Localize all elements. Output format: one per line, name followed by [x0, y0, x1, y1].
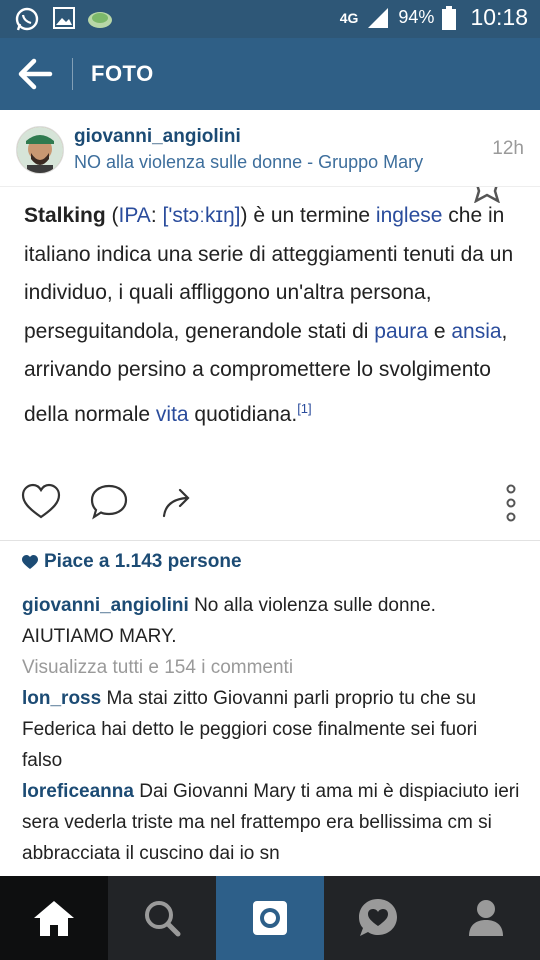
share-icon[interactable]	[156, 482, 198, 522]
comment-icon[interactable]	[88, 482, 130, 522]
cloud-icon	[88, 12, 112, 28]
profile-icon	[469, 900, 503, 936]
comment-username[interactable]: loreficeanna	[22, 781, 134, 802]
text-segment: quotidiana.	[188, 402, 298, 426]
post-actions	[0, 474, 540, 536]
text-segment: e	[427, 319, 452, 343]
signal-icon	[368, 7, 389, 28]
post-image[interactable]: Stalking (IPA: ['stɔːkɪŋ]) è un termine …	[0, 186, 540, 475]
clock: 10:18	[470, 4, 528, 30]
reference-link: [1]	[297, 400, 312, 416]
battery-label: 94%	[398, 7, 435, 27]
camera-icon	[253, 901, 287, 935]
nav-search[interactable]	[108, 876, 216, 960]
more-options-icon[interactable]	[504, 482, 518, 524]
link-paura: paura	[374, 319, 428, 343]
post-username[interactable]: giovanni_angiolini	[74, 126, 241, 148]
link-inglese: inglese	[375, 204, 443, 227]
link-ansia: ansia	[451, 319, 502, 343]
caption: giovanni_angiolini No alla violenza sull…	[22, 590, 522, 652]
nav-activity[interactable]	[324, 876, 432, 960]
view-all-comments-link[interactable]: Visualizza tutti e 154 i commenti	[22, 652, 522, 683]
link-vita: vita	[155, 402, 189, 426]
likes-text: Piace a 1.143 persone	[44, 551, 242, 572]
gallery-icon	[53, 7, 75, 29]
whatsapp-icon	[15, 7, 39, 31]
term-stalking: Stalking	[24, 204, 106, 227]
avatar[interactable]	[16, 126, 64, 174]
likes-count[interactable]: Piace a 1.143 persone	[22, 551, 242, 573]
network-label: 4G	[339, 9, 359, 26]
link-ipa: IPA	[118, 204, 151, 227]
post-location[interactable]: NO alla violenza sulle donne - Gruppo Ma…	[74, 152, 423, 173]
search-icon	[145, 901, 181, 937]
text-segment: ) è un termine	[240, 204, 376, 227]
bottom-nav	[0, 876, 540, 960]
post-time: 12h	[492, 138, 524, 159]
nav-camera[interactable]	[216, 876, 324, 960]
status-bar: 4G 94% 10:18	[0, 0, 540, 38]
post-header: giovanni_angiolini NO alla violenza sull…	[0, 110, 540, 186]
battery-icon	[442, 5, 457, 30]
avatar-image	[17, 127, 63, 173]
app-bar: FOTO	[0, 38, 540, 110]
link-pronunciation: ['stɔːkɪŋ]	[162, 204, 241, 227]
separator	[0, 540, 540, 541]
comment: lon_ross Ma stai zitto Giovanni parli pr…	[22, 683, 522, 776]
text-segment: (	[105, 204, 119, 227]
post-text: Stalking (IPA: ['stɔːkɪŋ]) è un termine …	[24, 197, 524, 434]
heart-icon[interactable]	[20, 482, 62, 522]
caption-username[interactable]: giovanni_angiolini	[22, 595, 189, 616]
nav-home[interactable]	[0, 876, 108, 960]
small-heart-icon	[22, 554, 38, 569]
heart-bubble-icon	[359, 899, 397, 936]
comment: loreficeanna Dai Giovanni Mary ti ama mi…	[22, 776, 522, 869]
text-segment: :	[150, 204, 163, 227]
comments-section: giovanni_angiolini No alla violenza sull…	[22, 590, 522, 869]
divider	[72, 58, 73, 90]
arrow-left-icon[interactable]	[14, 54, 56, 94]
page-title: FOTO	[91, 61, 154, 86]
home-icon	[34, 901, 74, 936]
nav-profile[interactable]	[432, 876, 540, 960]
comment-username[interactable]: lon_ross	[22, 688, 101, 709]
